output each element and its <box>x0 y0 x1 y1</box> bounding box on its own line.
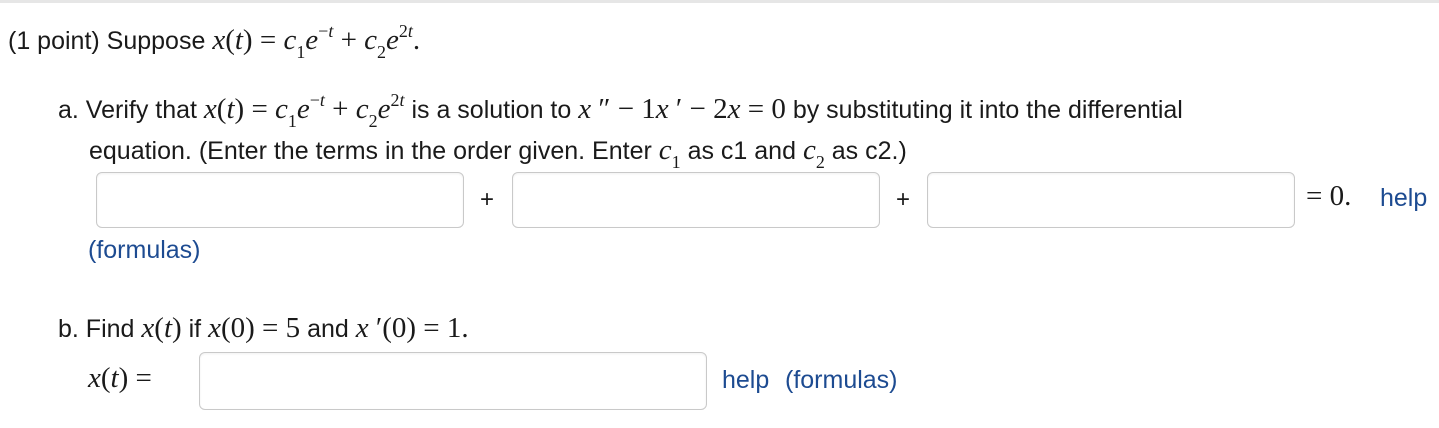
help-link-b[interactable]: help <box>722 366 769 395</box>
as-c1-text: as c1 and <box>687 137 796 165</box>
points-label: (1 point) Suppose <box>8 27 206 55</box>
part-a-mid: is a solution to <box>411 96 572 124</box>
top-border <box>0 0 1439 3</box>
term-2-input[interactable] <box>513 173 879 227</box>
term-3-input[interactable] <box>928 173 1294 227</box>
help-link-a[interactable]: help <box>1380 184 1427 213</box>
differential-equation: x ″ − 1x ′ − 2x = 0 <box>578 93 786 125</box>
instructions-text: equation. (Enter the terms in the order … <box>89 137 652 165</box>
xt-answer-label: x(t) = <box>88 362 152 394</box>
c2-symbol: c2 <box>802 134 825 172</box>
part-a-statement: a. Verify that x(t) = c1e−t + c2e2t is a… <box>58 89 1183 131</box>
part-b-pre: b. Find <box>58 315 135 343</box>
part-a-tail: by substituting it into the differential <box>792 96 1183 124</box>
plus-sign-2: + <box>896 186 911 213</box>
part-a-equation: x(t) = c1e−t + c2e2t <box>203 89 405 131</box>
part-a-intro: a. Verify that <box>58 96 197 124</box>
term-1-input[interactable] <box>97 173 463 227</box>
answer-box-term-3[interactable] <box>927 172 1295 228</box>
equation-x-of-t: x(t) = c1e−t + c2e2t. <box>212 20 421 62</box>
equals-zero: = 0. <box>1306 180 1352 212</box>
problem-header: (1 point) Suppose x(t) = c1e−t + c2e2t. <box>8 20 421 62</box>
part-b-if: if <box>188 315 202 343</box>
part-b-and: and <box>307 315 349 343</box>
as-c2-text: as c2.) <box>831 137 907 165</box>
part-b-statement: b. Find x(t) if x(0) = 5 and x ′(0) = 1. <box>58 312 469 345</box>
initial-condition-2: x ′(0) = 1. <box>355 312 469 344</box>
part-b-input[interactable] <box>200 353 706 409</box>
part-b-xt: x(t) <box>141 312 182 344</box>
formulas-link-a[interactable]: (formulas) <box>88 236 201 265</box>
c1-symbol: c1 <box>658 134 681 172</box>
answer-box-term-2[interactable] <box>512 172 880 228</box>
part-a-instructions: equation. (Enter the terms in the order … <box>89 134 907 172</box>
answer-box-part-b[interactable] <box>199 352 707 410</box>
plus-sign-1: + <box>480 186 495 213</box>
initial-condition-1: x(0) = 5 <box>208 312 301 344</box>
formulas-link-b[interactable]: (formulas) <box>785 366 898 395</box>
answer-box-term-1[interactable] <box>96 172 464 228</box>
